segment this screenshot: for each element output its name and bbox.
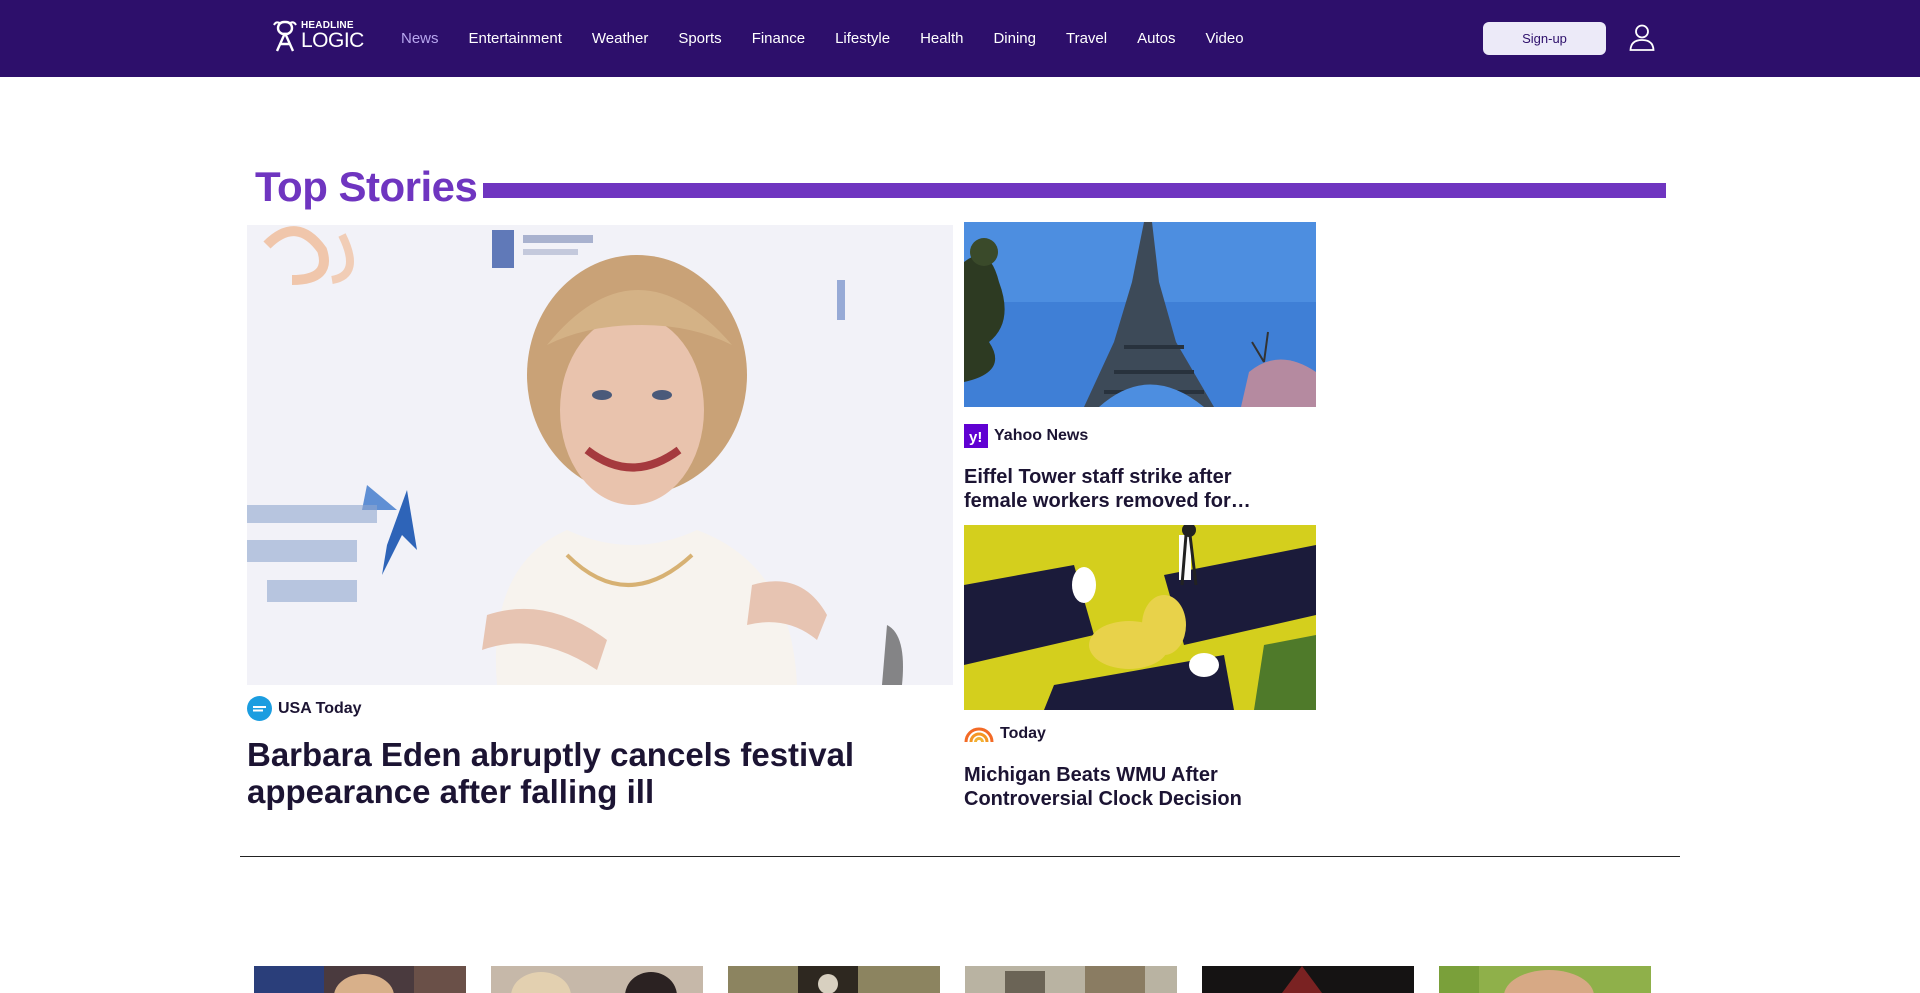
nav-item-finance[interactable]: Finance [752,30,805,47]
side-story-1-image[interactable] [964,222,1316,407]
user-icon[interactable] [1628,23,1656,51]
today-logo-icon [964,727,994,743]
usa-today-logo-icon [247,696,272,721]
lead-story-source-name: USA Today [278,699,362,717]
story-thumbnail[interactable] [1202,966,1414,993]
story-thumbnail[interactable] [1439,966,1651,993]
svg-text:y!: y! [969,429,982,446]
side-story-1-source-name: Yahoo News [994,427,1089,444]
nav-item-video[interactable]: Video [1205,30,1243,47]
signup-button[interactable]: Sign-up [1483,22,1606,55]
nav-item-weather[interactable]: Weather [592,30,648,47]
story-thumbnail[interactable] [728,966,940,993]
top-stories-heading: Top Stories [255,163,478,210]
side-story-2-headline[interactable]: Michigan Beats WMU After Controversial C… [964,763,1294,811]
top-navigation-bar: HEADLINE LOGIC News Entertainment Weathe… [0,0,1920,77]
side-story-2-source[interactable]: Today [964,724,1046,744]
section-divider [240,856,1680,857]
nav-item-autos[interactable]: Autos [1137,30,1175,47]
logo-line-2: LOGIC [301,29,364,52]
story-thumbnail[interactable] [965,966,1177,993]
nav-item-news[interactable]: News [401,30,439,47]
lead-story-headline[interactable]: Barbara Eden abruptly cancels festival a… [247,736,947,810]
lead-story-source[interactable]: USA Today [247,696,362,721]
heading-accent-bar [483,183,1666,198]
main-nav: News Entertainment Weather Sports Financ… [401,0,1274,77]
logo-mark-icon [273,20,297,52]
nav-item-health[interactable]: Health [920,30,963,47]
nav-item-sports[interactable]: Sports [678,30,721,47]
logo-wordmark: HEADLINE LOGIC [301,21,364,52]
side-story-1-headline[interactable]: Eiffel Tower staff strike after female w… [964,465,1294,513]
nav-item-entertainment[interactable]: Entertainment [469,30,562,47]
lead-story-image[interactable] [247,225,953,685]
nav-item-dining[interactable]: Dining [993,30,1036,47]
headline-logic-logo[interactable]: HEADLINE LOGIC [272,19,364,53]
yahoo-logo-icon: y! [964,424,988,448]
story-thumbnail[interactable] [254,966,466,993]
side-story-2-image[interactable] [964,525,1316,710]
nav-item-travel[interactable]: Travel [1066,30,1107,47]
side-story-2-source-name: Today [1000,725,1046,742]
story-thumbnail[interactable] [491,966,703,993]
nav-item-lifestyle[interactable]: Lifestyle [835,30,890,47]
side-story-1-source[interactable]: y! Yahoo News [964,424,1088,448]
